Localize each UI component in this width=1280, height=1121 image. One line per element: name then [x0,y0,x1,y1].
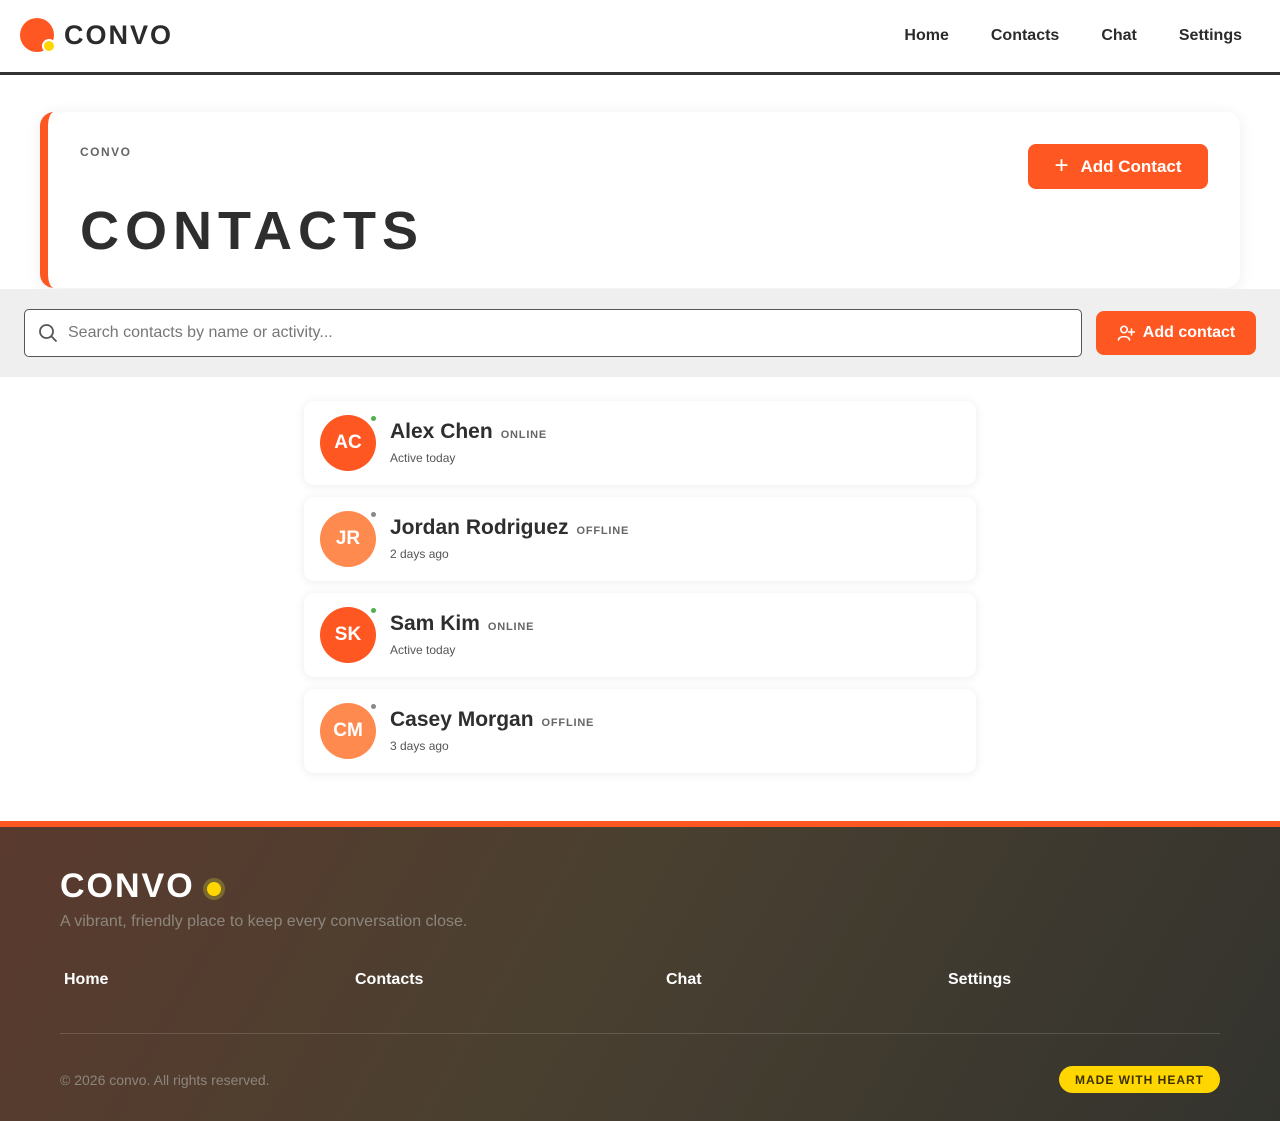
page-title: CONTACTS [80,201,424,261]
brand-logo[interactable]: CONVO [20,18,174,53]
presence-dot-icon [371,704,376,709]
brand-name: CONVO [64,19,174,50]
nav-home[interactable]: Home [904,27,948,45]
avatar: SK [320,607,376,663]
status-badge: OFFLINE [541,717,595,729]
page-header-card: CONVO CONTACTS + Add Contact [40,112,1240,288]
contact-name: Alex Chen [390,420,493,443]
nav-settings[interactable]: Settings [1179,27,1242,45]
last-seen: Active today [390,643,456,657]
main-nav: Home Contacts Chat Settings [904,27,1242,45]
presence-dot-icon [371,416,376,421]
footer-nav-contacts[interactable]: Contacts [355,971,423,989]
contact-row[interactable]: AC Alex Chen ONLINE Active today [304,401,976,485]
page-eyebrow: CONVO [80,145,132,159]
contact-row[interactable]: SK Sam Kim ONLINE Active today [304,593,976,677]
copyright: © 2026 convo. All rights reserved. [60,1072,270,1088]
last-seen: Active today [390,451,456,465]
avatar: JR [320,511,376,567]
status-badge: OFFLINE [576,525,630,537]
footer-nav-settings[interactable]: Settings [948,971,1011,989]
search-toolbar: Add contact [0,289,1280,377]
last-seen: 2 days ago [390,547,449,561]
presence-dot-icon [371,512,376,517]
plus-icon: + [1054,151,1069,179]
top-nav-bar: CONVO Home Contacts Chat Settings [0,0,1280,75]
contact-name: Sam Kim [390,612,480,635]
avatar: AC [320,415,376,471]
contact-row[interactable]: JR Jordan Rodriguez OFFLINE 2 days ago [304,497,976,581]
search-box[interactable] [24,309,1082,357]
contact-list: AC Alex Chen ONLINE Active today JR Jord… [304,401,976,785]
contact-name: Jordan Rodriguez [390,516,569,539]
nav-chat[interactable]: Chat [1101,27,1137,45]
nav-contacts[interactable]: Contacts [991,27,1059,45]
made-with-heart-badge: MADE WITH HEART [1059,1066,1220,1093]
footer-nav-chat[interactable]: Chat [666,971,702,989]
footer-brand-name: CONVO [60,867,195,905]
footer-brand[interactable]: CONVO [60,867,225,906]
contact-row[interactable]: CM Casey Morgan OFFLINE 3 days ago [304,689,976,773]
site-footer: CONVO A vibrant, friendly place to keep … [0,821,1280,1121]
add-user-icon [1117,325,1135,341]
footer-tagline: A vibrant, friendly place to keep every … [60,913,468,930]
logo-icon [20,18,56,53]
presence-dot-icon [371,608,376,613]
footer-divider [60,1033,1220,1034]
add-contact-button[interactable]: + Add Contact [1028,144,1208,189]
add-contact-secondary-label: Add contact [1142,324,1236,341]
add-contact-button-label: Add Contact [1080,156,1182,176]
avatar: CM [320,703,376,759]
add-contact-secondary-button[interactable]: Add contact [1096,311,1256,355]
contact-name: Casey Morgan [390,708,534,731]
status-badge: ONLINE [487,621,535,633]
footer-nav-home[interactable]: Home [64,971,108,989]
search-input[interactable] [68,324,1028,342]
dot-icon [202,877,225,900]
search-icon [39,324,57,342]
status-badge: ONLINE [500,429,548,441]
last-seen: 3 days ago [390,739,449,753]
